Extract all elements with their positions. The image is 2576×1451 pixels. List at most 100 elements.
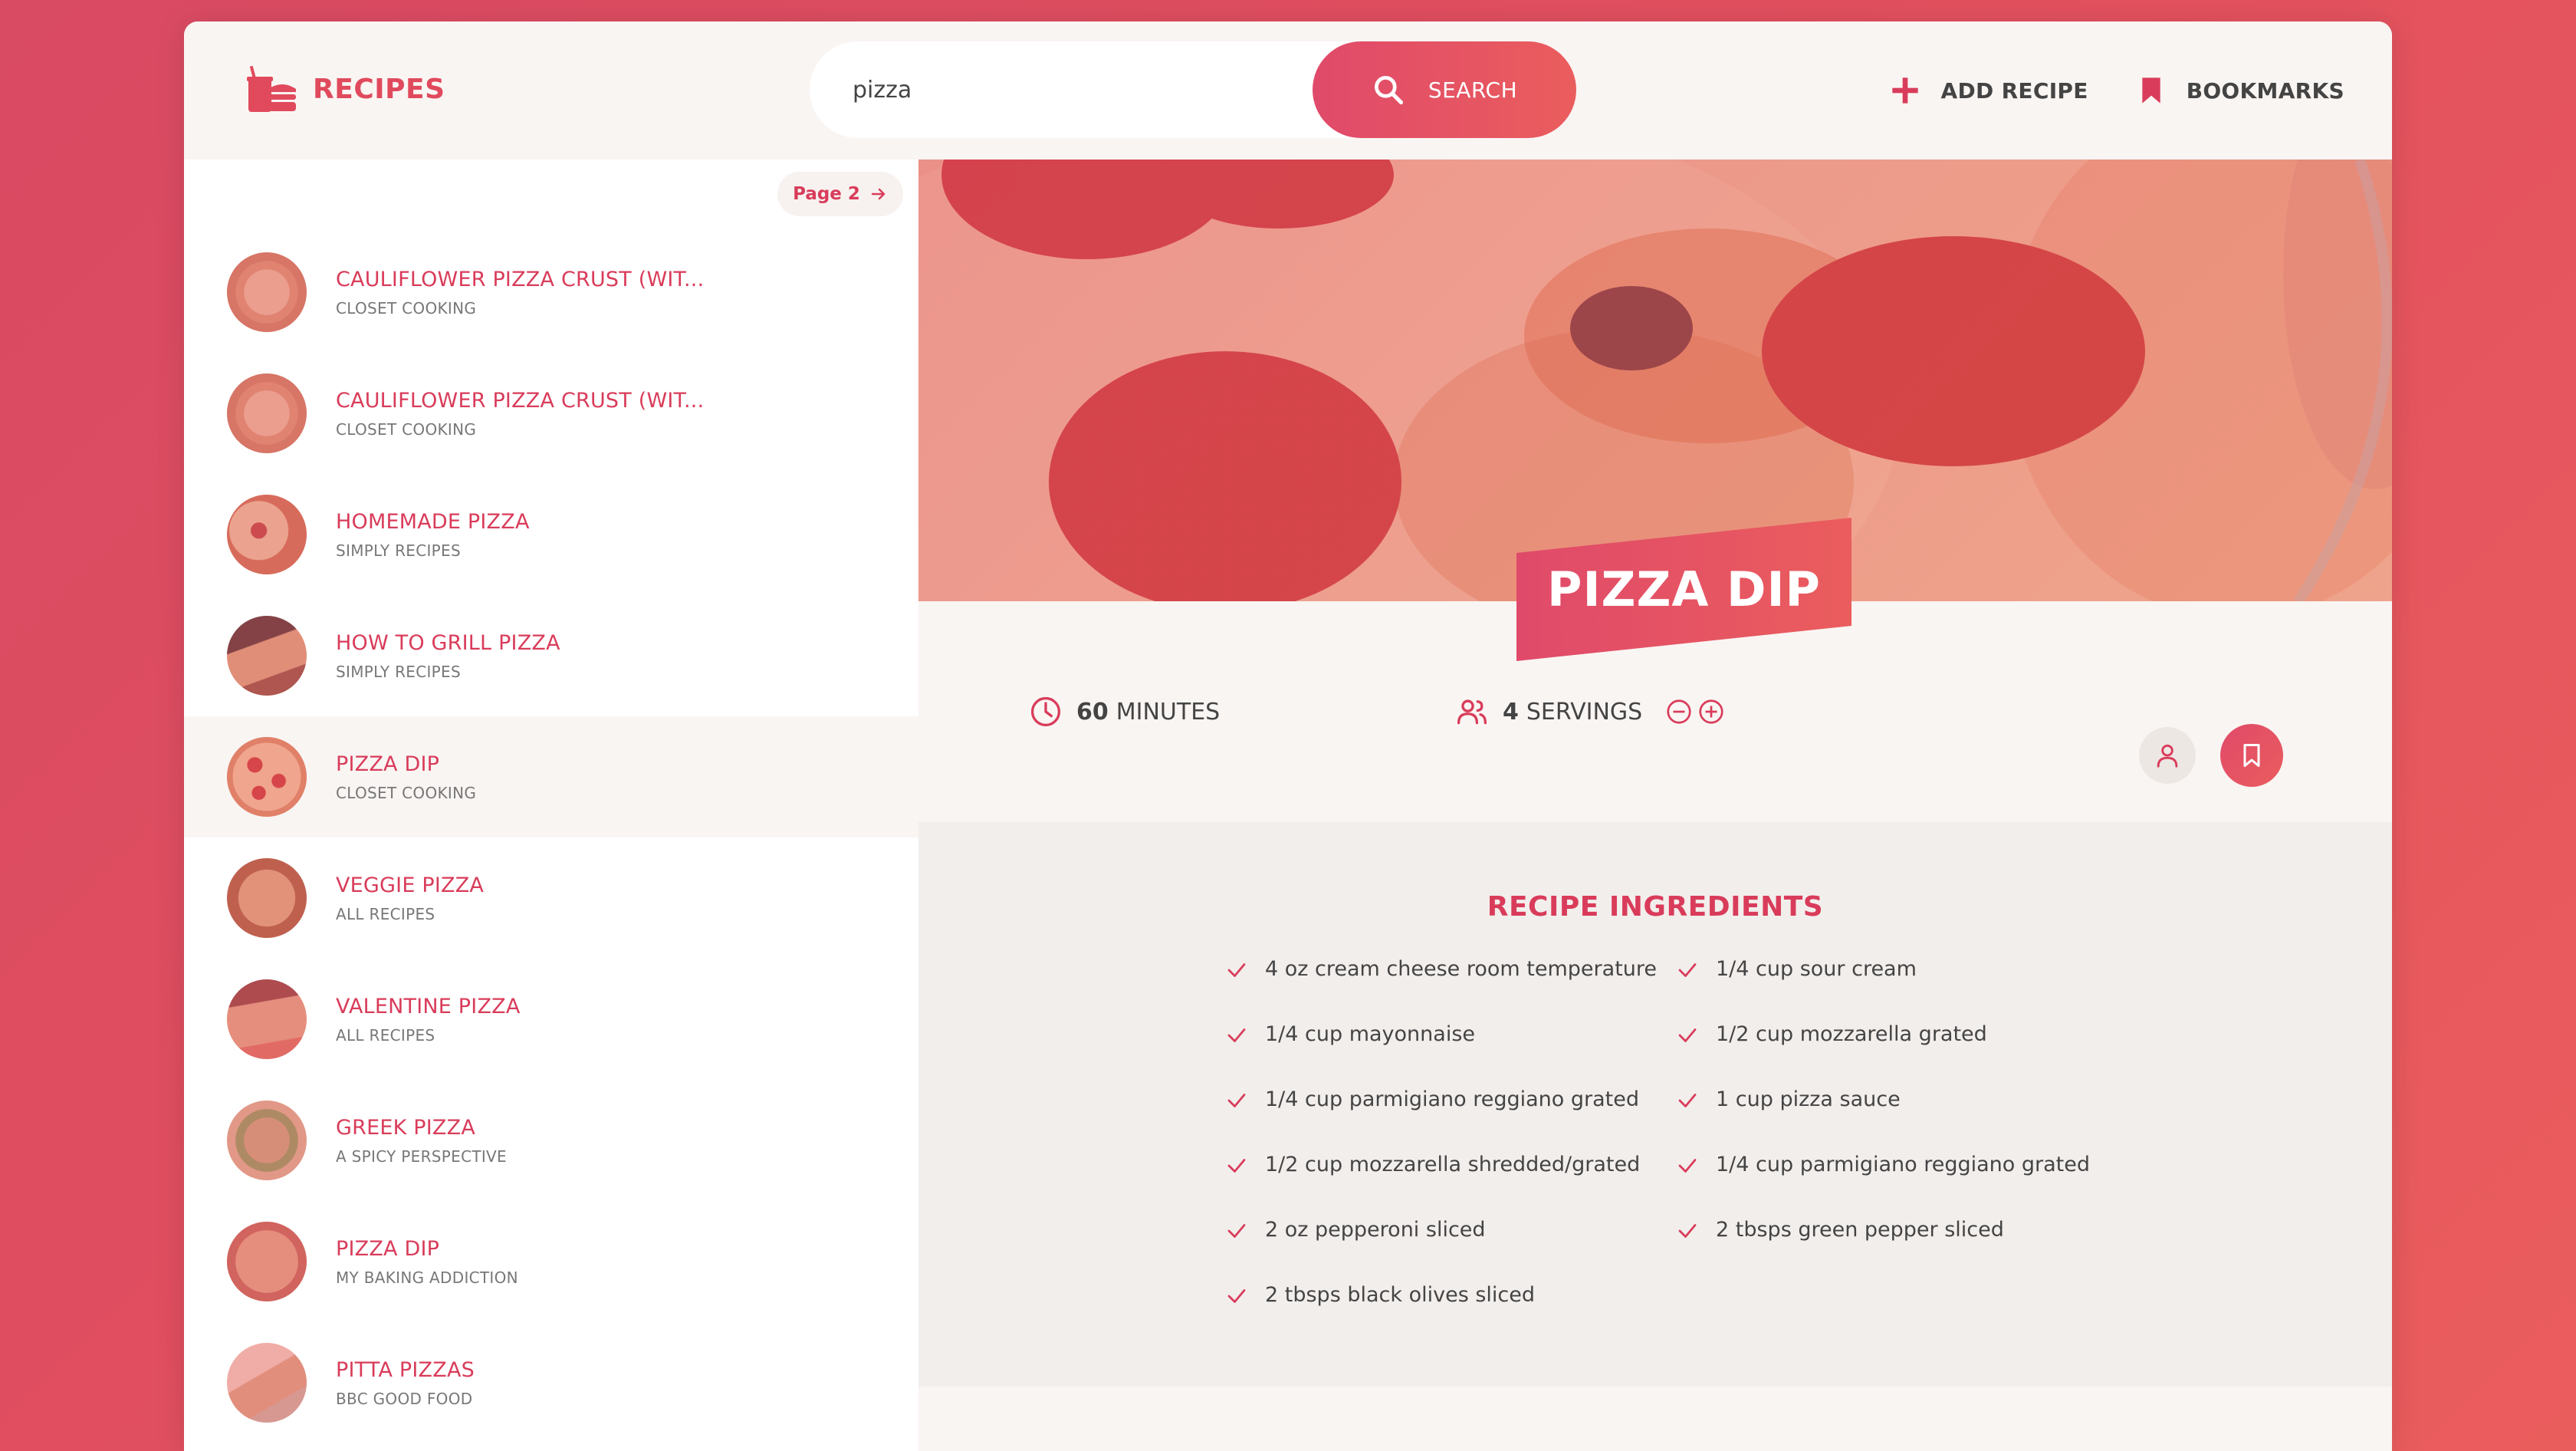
result-publisher: SIMPLY RECIPES — [336, 541, 461, 560]
result-item[interactable]: GREEK PIZZA A SPICY PERSPECTIVE — [184, 1080, 918, 1201]
check-icon — [1227, 1028, 1246, 1042]
ingredient-column: 1/4 cup sour cream 1/2 cup mozzarella gr… — [1676, 957, 2090, 1283]
cooking-time-unit: MINUTES — [1116, 698, 1221, 726]
result-publisher: ALL RECIPES — [336, 1025, 435, 1045]
check-icon — [1227, 1094, 1246, 1107]
add-recipe-label: ADD RECIPE — [1940, 77, 2088, 104]
check-icon — [1227, 1289, 1246, 1303]
search-button[interactable]: SEARCH — [1313, 41, 1576, 138]
results-list: CAULIFLOWER PIZZA CRUST (WIT... CLOSET C… — [184, 232, 918, 1443]
result-title: HOMEMADE PIZZA — [336, 509, 530, 534]
result-item[interactable]: CAULIFLOWER PIZZA CRUST (WIT... CLOSET C… — [184, 353, 918, 474]
result-publisher: CLOSET COOKING — [336, 420, 477, 439]
ingredient-item: 1/4 cup parmigiano reggiano grated — [1225, 1087, 1657, 1153]
ingredient-text: 1/4 cup parmigiano reggiano grated — [1716, 1153, 2091, 1176]
result-title: PITTA PIZZAS — [336, 1357, 475, 1382]
result-thumbnail — [227, 979, 307, 1059]
result-item[interactable]: HOW TO GRILL PIZZA SIMPLY RECIPES — [184, 595, 918, 716]
ingredients-heading: RECIPE INGREDIENTS — [1487, 891, 1824, 923]
ingredient-text: 2 oz pepperoni sliced — [1265, 1218, 1486, 1242]
ingredient-item: 2 tbsps black olives sliced — [1225, 1283, 1657, 1348]
result-item-active[interactable]: PIZZA DIP CLOSET COOKING — [184, 716, 918, 837]
ingredient-text: 2 tbsps green pepper sliced — [1716, 1218, 2004, 1242]
result-item[interactable]: VEGGIE PIZZA ALL RECIPES — [184, 837, 918, 959]
result-thumbnail — [227, 616, 307, 696]
result-item[interactable]: VALENTINE PIZZA ALL RECIPES — [184, 959, 918, 1080]
user-generated-marker — [2139, 727, 2196, 784]
check-icon — [1678, 963, 1697, 977]
add-recipe-button[interactable]: ADD RECIPE — [1890, 75, 2088, 106]
search-input[interactable] — [851, 66, 1237, 114]
result-publisher: ALL RECIPES — [336, 904, 435, 923]
bookmark-icon — [2142, 77, 2160, 104]
result-publisher: MY BAKING ADDICTION — [336, 1268, 518, 1287]
cooking-time: 60 MINUTES — [1029, 695, 1220, 729]
result-publisher: A SPICY PERSPECTIVE — [336, 1147, 507, 1166]
nav: ADD RECIPE BOOKMARKS — [1890, 21, 2392, 160]
result-item[interactable]: CAULIFLOWER PIZZA CRUST (WIT... CLOSET C… — [184, 232, 918, 353]
servings-value: 4 — [1503, 698, 1519, 726]
search-results: Page 2 CAULIFLOWER PIZZA CRUST (WIT... C… — [184, 160, 918, 1451]
result-publisher: CLOSET COOKING — [336, 783, 477, 802]
ingredient-column: 4 oz cream cheese room temperature 1/4 c… — [1225, 957, 1657, 1348]
ingredient-text: 4 oz cream cheese room temperature — [1265, 957, 1658, 981]
check-icon — [1678, 1094, 1697, 1107]
next-page-button[interactable]: Page 2 — [777, 172, 903, 216]
check-icon — [1227, 1159, 1246, 1173]
check-icon — [1678, 1028, 1697, 1042]
result-thumbnail — [227, 373, 307, 453]
check-icon — [1678, 1224, 1697, 1238]
result-title: VEGGIE PIZZA — [336, 873, 485, 897]
arrow-right-icon — [871, 188, 886, 200]
result-item[interactable]: PIZZA DIP MY BAKING ADDICTION — [184, 1201, 918, 1322]
ingredient-text: 1 cup pizza sauce — [1716, 1087, 1901, 1111]
ingredient-item: 2 oz pepperoni sliced — [1225, 1218, 1657, 1283]
check-icon — [1227, 1224, 1246, 1238]
result-thumbnail — [227, 252, 307, 332]
result-thumbnail — [227, 1101, 307, 1180]
bookmarks-button[interactable]: BOOKMARKS — [2136, 75, 2344, 106]
servings-unit: SERVINGS — [1526, 698, 1643, 726]
header: RECIPES SEARCH ADD RECIPE — [184, 21, 2392, 160]
ingredient-text: 2 tbsps black olives sliced — [1265, 1283, 1536, 1307]
bookmark-icon — [2243, 744, 2260, 767]
recipe-ingredients: RECIPE INGREDIENTS 4 oz cream cheese roo… — [918, 822, 2392, 1387]
cooking-time-value: 60 — [1076, 698, 1109, 726]
ingredient-item: 2 tbsps green pepper sliced — [1676, 1218, 2090, 1283]
result-title: CAULIFLOWER PIZZA CRUST (WIT... — [336, 267, 705, 291]
pizza-image — [918, 160, 2392, 601]
next-page-label: Page 2 — [793, 184, 860, 204]
search-form: SEARCH — [810, 41, 1576, 138]
ingredient-text: 1/4 cup mayonnaise — [1265, 1022, 1476, 1046]
search-icon — [1374, 76, 1403, 105]
ingredient-item: 4 oz cream cheese room temperature — [1225, 957, 1657, 1022]
users-icon — [1457, 699, 1487, 725]
servings: 4 SERVINGS — [1455, 695, 1730, 729]
user-icon — [2157, 744, 2178, 768]
logo[interactable]: RECIPES — [242, 60, 445, 118]
result-thumbnail — [227, 1222, 307, 1301]
plus-icon — [1892, 77, 1919, 104]
ingredient-item: 1/4 cup mayonnaise — [1225, 1022, 1657, 1087]
result-thumbnail — [227, 737, 307, 817]
result-publisher: BBC GOOD FOOD — [336, 1389, 473, 1408]
result-thumbnail — [227, 858, 307, 938]
ingredient-item: 1/2 cup mozzarella shredded/grated — [1225, 1153, 1657, 1218]
plus-circle-icon[interactable] — [1697, 698, 1725, 726]
ingredient-item: 1/4 cup parmigiano reggiano grated — [1676, 1153, 2090, 1218]
result-publisher: SIMPLY RECIPES — [336, 662, 461, 681]
bookmark-recipe-button[interactable] — [2220, 724, 2283, 787]
minus-circle-icon[interactable] — [1665, 698, 1693, 726]
result-item[interactable]: PITTA PIZZAS BBC GOOD FOOD — [184, 1322, 918, 1443]
ingredient-item: 1/4 cup sour cream — [1676, 957, 2090, 1022]
result-title: PIZZA DIP — [336, 1236, 440, 1261]
result-title: CAULIFLOWER PIZZA CRUST (WIT... — [336, 388, 705, 413]
recipe-image — [918, 160, 2392, 601]
result-title: PIZZA DIP — [336, 752, 440, 776]
ingredient-item: 1/2 cup mozzarella grated — [1676, 1022, 2090, 1087]
app-window: RECIPES SEARCH ADD RECIPE — [184, 21, 2392, 1451]
result-item[interactable]: HOMEMADE PIZZA SIMPLY RECIPES — [184, 474, 918, 595]
ingredient-text: 1/2 cup mozzarella grated — [1716, 1022, 1987, 1046]
clock-icon — [1030, 696, 1061, 727]
ingredient-text: 1/2 cup mozzarella shredded/grated — [1265, 1153, 1641, 1176]
